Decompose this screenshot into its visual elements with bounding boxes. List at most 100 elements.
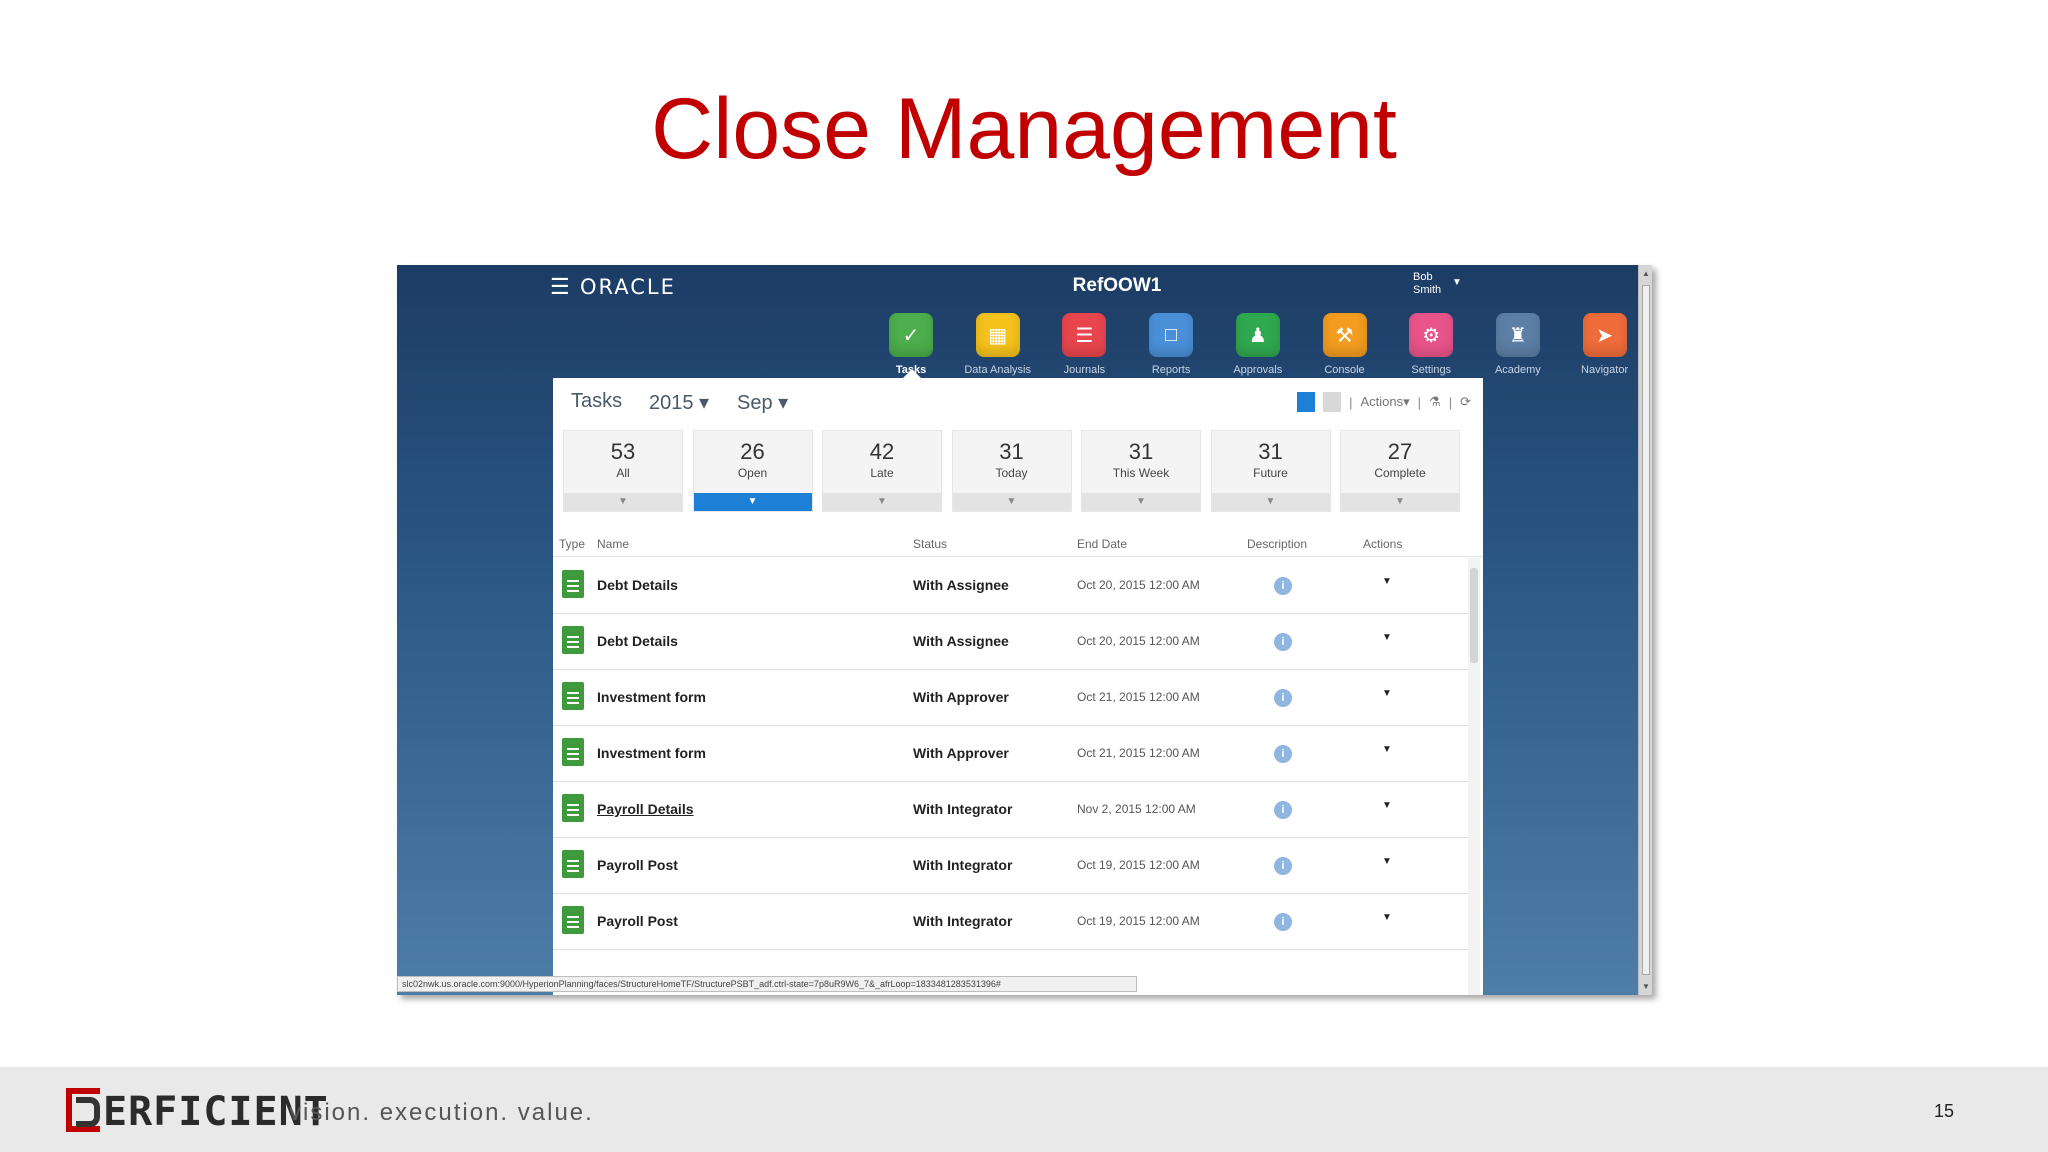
row-actions-menu-icon[interactable]: ▼ bbox=[1382, 744, 1392, 755]
info-icon[interactable]: i bbox=[1274, 801, 1292, 819]
task-end-date: Oct 19, 2015 12:00 AM bbox=[1077, 858, 1200, 872]
info-icon[interactable]: i bbox=[1274, 633, 1292, 651]
browser-scrollbar[interactable]: ▲ ▼ bbox=[1638, 265, 1652, 995]
task-end-date: Oct 21, 2015 12:00 AM bbox=[1077, 746, 1200, 760]
nav-label: Navigator bbox=[1581, 364, 1629, 376]
app-nav: ✓ Tasks ▦ Data Analysis ☰ Journals □ Reports ♟ Ap… bbox=[397, 313, 1638, 383]
year-dropdown[interactable]: 2015 ▾ bbox=[649, 390, 709, 415]
nav-label: Reports bbox=[1151, 364, 1191, 376]
col-type[interactable]: Type bbox=[559, 537, 585, 551]
filter-icon[interactable]: ⚗ bbox=[1429, 394, 1441, 410]
col-name[interactable]: Name bbox=[597, 537, 629, 551]
row-actions-menu-icon[interactable]: ▼ bbox=[1382, 632, 1392, 643]
chevron-down-icon[interactable]: ▼ bbox=[564, 493, 682, 511]
row-actions-menu-icon[interactable]: ▼ bbox=[1382, 576, 1392, 587]
list-view-icon[interactable] bbox=[1297, 392, 1316, 412]
task-end-date: Oct 20, 2015 12:00 AM bbox=[1077, 634, 1200, 648]
col-description[interactable]: Description bbox=[1247, 537, 1307, 551]
tile-label: Late bbox=[870, 466, 894, 480]
task-name[interactable]: Investment form bbox=[597, 689, 706, 705]
table-row[interactable]: Investment form With Approver Oct 21, 2015… bbox=[553, 726, 1468, 782]
refresh-icon[interactable]: ⟳ bbox=[1460, 394, 1471, 410]
task-name[interactable]: Payroll Post bbox=[597, 913, 678, 929]
tile-count: 42 bbox=[869, 439, 895, 464]
browser-scrollbar-thumb[interactable] bbox=[1642, 285, 1650, 975]
tile-late[interactable]: 42 Late ▼ bbox=[822, 430, 942, 512]
task-name[interactable]: Investment form bbox=[597, 745, 706, 761]
chevron-down-icon[interactable]: ▼ bbox=[1452, 277, 1462, 288]
actions-menu[interactable]: Actions▾ bbox=[1360, 394, 1409, 410]
row-actions-menu-icon[interactable]: ▼ bbox=[1382, 800, 1392, 811]
scroll-down-icon[interactable]: ▼ bbox=[1642, 982, 1650, 991]
document-icon bbox=[562, 738, 584, 766]
chevron-down-icon[interactable]: ▼ bbox=[1082, 493, 1200, 511]
tile-count: 31 bbox=[1258, 439, 1283, 464]
tile-label: This Week bbox=[1112, 466, 1170, 480]
table-row[interactable]: Debt Details With Assignee Oct 20, 2015 12… bbox=[553, 614, 1468, 670]
tile-complete[interactable]: 27 Complete ▼ bbox=[1340, 430, 1460, 512]
table-row[interactable]: Debt Details With Assignee Oct 20, 2015 12… bbox=[553, 558, 1468, 614]
month-dropdown[interactable]: Sep ▾ bbox=[737, 390, 788, 415]
task-status: With Integrator bbox=[913, 857, 1013, 873]
calendar-view-icon[interactable] bbox=[1323, 392, 1342, 412]
task-status: With Approver bbox=[913, 689, 1009, 705]
console-icon: ⚒ bbox=[1322, 313, 1367, 357]
nav-item-reports[interactable]: □ Reports bbox=[1131, 313, 1211, 376]
task-end-date: Nov 2, 2015 12:00 AM bbox=[1077, 802, 1196, 816]
nav-item-console[interactable]: ⚒ Console bbox=[1305, 313, 1385, 376]
scroll-up-icon[interactable]: ▲ bbox=[1642, 269, 1650, 278]
info-icon[interactable]: i bbox=[1274, 689, 1292, 707]
info-icon[interactable]: i bbox=[1274, 745, 1292, 763]
page-number: 15 bbox=[1933, 1101, 1954, 1121]
tile-this-week[interactable]: 31 This Week ▼ bbox=[1081, 430, 1201, 512]
hamburger-menu-icon[interactable]: ☰ bbox=[550, 276, 570, 298]
col-status[interactable]: Status bbox=[913, 537, 947, 551]
col-end-date[interactable]: End Date bbox=[1077, 537, 1127, 551]
tile-label: All bbox=[616, 466, 630, 480]
table-row[interactable]: Payroll Post With Integrator Oct 19, 2015 … bbox=[553, 894, 1468, 950]
tile-all[interactable]: 53 All ▼ bbox=[563, 430, 683, 512]
table-scrollbar-thumb[interactable] bbox=[1470, 568, 1478, 663]
app-topbar: ☰ ORACLE RefOOW1 Bob Smith ▼ bbox=[397, 265, 1638, 310]
month-value: Sep bbox=[737, 392, 773, 414]
info-icon[interactable]: i bbox=[1274, 913, 1292, 931]
user-menu[interactable]: Bob Smith bbox=[1413, 271, 1453, 297]
chevron-down-icon[interactable]: ▼ bbox=[693, 493, 812, 511]
tile-open[interactable]: 26 Open ▼ bbox=[692, 430, 813, 512]
task-status: With Integrator bbox=[913, 801, 1013, 817]
tile-future[interactable]: 31 Future ▼ bbox=[1210, 430, 1331, 512]
nav-active-pointer bbox=[903, 369, 921, 378]
nav-item-tasks[interactable]: ✓ Tasks bbox=[871, 313, 951, 376]
task-name[interactable]: Debt Details bbox=[597, 577, 678, 593]
nav-item-journals[interactable]: ☰ Journals bbox=[1044, 313, 1124, 376]
nav-item-academy[interactable]: ♜ Academy bbox=[1478, 313, 1558, 376]
chevron-down-icon[interactable]: ▼ bbox=[1211, 493, 1330, 511]
table-row[interactable]: Investment form With Approver Oct 21, 2015… bbox=[553, 670, 1468, 726]
tile-today[interactable]: 31 Today ▼ bbox=[951, 430, 1072, 512]
slide: Close Management ☰ ORACLE RefOOW1 Bob Sm… bbox=[0, 0, 2048, 1152]
table-row[interactable]: Payroll Post With Integrator Oct 19, 2015 … bbox=[553, 838, 1468, 894]
table-scrollbar[interactable] bbox=[1468, 558, 1480, 995]
task-name[interactable]: Debt Details bbox=[597, 633, 678, 649]
journals-icon: ☰ bbox=[1062, 313, 1107, 357]
nav-item-data-analysis[interactable]: ▦ Data Analysis bbox=[958, 313, 1038, 376]
row-actions-menu-icon[interactable]: ▼ bbox=[1382, 688, 1392, 699]
slide-footer: ERFICIENT vision. execution. value. 15 bbox=[0, 1067, 2048, 1152]
task-name[interactable]: Payroll Details bbox=[597, 801, 694, 817]
task-status: With Assignee bbox=[913, 633, 1009, 649]
tile-label: Future bbox=[1253, 466, 1288, 480]
row-actions-menu-icon[interactable]: ▼ bbox=[1382, 912, 1392, 923]
table-row[interactable]: Payroll Details With Integrator Nov 2, 201… bbox=[553, 782, 1468, 838]
nav-item-approvals[interactable]: ♟ Approvals bbox=[1218, 313, 1298, 376]
info-icon[interactable]: i bbox=[1274, 577, 1292, 595]
col-actions[interactable]: Actions bbox=[1363, 537, 1402, 551]
chevron-down-icon[interactable]: ▼ bbox=[823, 493, 941, 511]
chevron-down-icon[interactable]: ▼ bbox=[952, 493, 1071, 511]
info-icon[interactable]: i bbox=[1274, 857, 1292, 875]
nav-item-navigator[interactable]: ➤ Navigator bbox=[1565, 313, 1645, 376]
task-name[interactable]: Payroll Post bbox=[597, 857, 678, 873]
chevron-down-icon[interactable]: ▼ bbox=[1341, 493, 1459, 511]
row-actions-menu-icon[interactable]: ▼ bbox=[1382, 856, 1392, 867]
nav-item-settings[interactable]: ⚙ Settings bbox=[1391, 313, 1471, 376]
task-status: With Approver bbox=[913, 745, 1009, 761]
